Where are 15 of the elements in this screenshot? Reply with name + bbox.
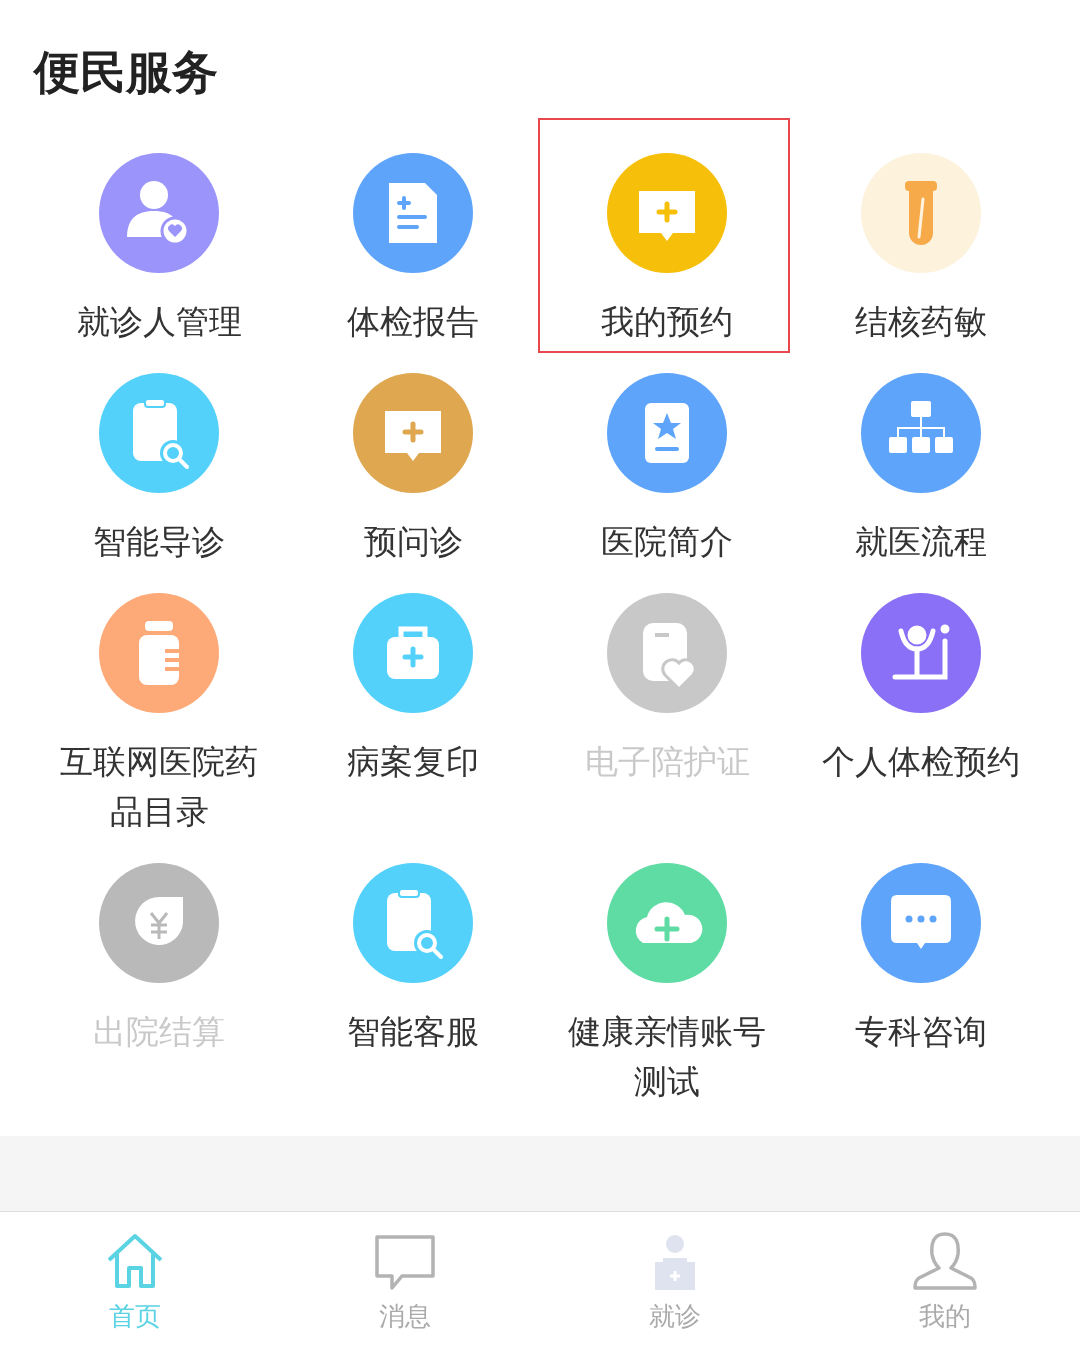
service-button[interactable]: 我的预约 (549, 153, 785, 347)
service-button[interactable]: 就诊人管理 (41, 153, 277, 347)
section-title: 便民服务 (34, 44, 218, 101)
service-button[interactable]: 预问诊 (295, 373, 531, 567)
service-button[interactable]: 个人体检预约 (803, 593, 1039, 787)
service-button[interactable]: 专科咨询 (803, 863, 1039, 1057)
service-button[interactable]: 智能客服 (295, 863, 531, 1057)
service-button[interactable]: 就医流程 (803, 373, 1039, 567)
service-button[interactable]: 健康亲情账号测试 (549, 863, 785, 1107)
service-button[interactable]: 互联网医院药品目录 (41, 593, 277, 837)
service-button[interactable]: 智能导诊 (41, 373, 277, 567)
service-button[interactable]: 病案复印 (295, 593, 531, 787)
service-button[interactable]: 医院简介 (549, 373, 785, 567)
service-button[interactable]: 结核药敏 (803, 153, 1039, 347)
service-button[interactable]: 体检报告 (295, 153, 531, 347)
